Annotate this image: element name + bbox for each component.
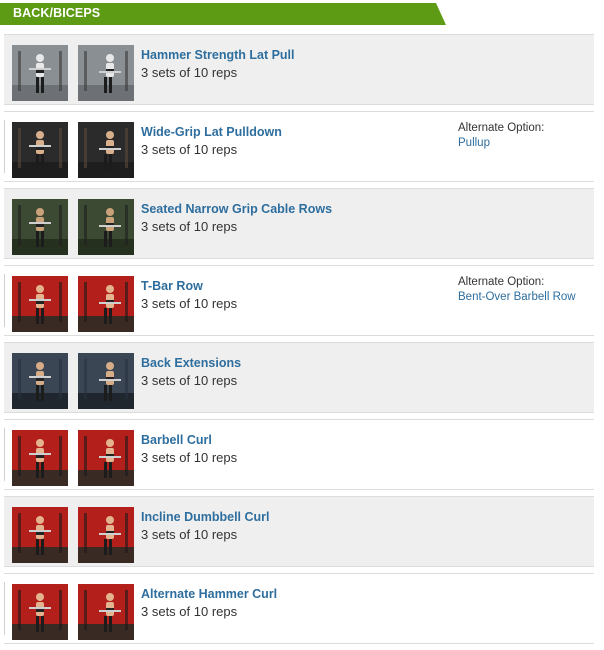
exercise-row: Alternate Hammer Curl 3 sets of 10 reps <box>4 573 594 644</box>
exercise-sets: 3 sets of 10 reps <box>141 296 238 311</box>
exercise-photo-end[interactable] <box>78 199 134 255</box>
exercise-photo-start[interactable] <box>12 353 68 409</box>
exercise-name-link[interactable]: Alternate Hammer Curl <box>141 587 277 601</box>
exercise-photo-end[interactable] <box>78 507 134 563</box>
exercise-name-link[interactable]: Wide-Grip Lat Pulldown <box>141 125 282 139</box>
exercise-row: Barbell Curl 3 sets of 10 reps <box>4 419 594 490</box>
exercise-name-link[interactable]: Back Extensions <box>141 356 241 370</box>
exercise-sets: 3 sets of 10 reps <box>141 527 238 542</box>
exercise-sets: 3 sets of 10 reps <box>141 604 238 619</box>
exercise-row: Hammer Strength Lat Pull 3 sets of 10 rep… <box>4 34 594 105</box>
exercise-photo-start[interactable] <box>12 199 68 255</box>
exercise-row: Back Extensions 3 sets of 10 reps <box>4 342 594 413</box>
exercise-sets: 3 sets of 10 reps <box>141 373 238 388</box>
exercise-photo-end[interactable] <box>78 122 134 178</box>
exercise-row: T-Bar Row 3 sets of 10 reps Alternate Opti… <box>4 265 594 336</box>
exercise-list: Hammer Strength Lat Pull 3 sets of 10 rep… <box>4 34 594 650</box>
exercise-name-link[interactable]: Hammer Strength Lat Pull <box>141 48 295 62</box>
exercise-photo-start[interactable] <box>12 122 68 178</box>
exercise-photo-start[interactable] <box>12 45 68 101</box>
exercise-sets: 3 sets of 10 reps <box>141 142 238 157</box>
exercise-photo-start[interactable] <box>12 584 68 640</box>
exercise-photo-end[interactable] <box>78 584 134 640</box>
exercise-name-link[interactable]: Incline Dumbbell Curl <box>141 510 270 524</box>
exercise-photo-end[interactable] <box>78 45 134 101</box>
alternate-option-link[interactable]: Pullup <box>458 137 490 149</box>
exercise-photo-start[interactable] <box>12 430 68 486</box>
exercise-sets: 3 sets of 10 reps <box>141 65 238 80</box>
exercise-photo-end[interactable] <box>78 430 134 486</box>
alternate-option-link[interactable]: Bent-Over Barbell Row <box>458 291 576 303</box>
exercise-name-link[interactable]: Seated Narrow Grip Cable Rows <box>141 202 332 216</box>
exercise-row: Incline Dumbbell Curl 3 sets of 10 reps <box>4 496 594 567</box>
exercise-photo-end[interactable] <box>78 276 134 332</box>
exercise-sets: 3 sets of 10 reps <box>141 450 238 465</box>
alternate-option-label: Alternate Option: <box>458 276 545 288</box>
exercise-row: Seated Narrow Grip Cable Rows 3 sets of 1… <box>4 188 594 259</box>
exercise-photo-end[interactable] <box>78 353 134 409</box>
exercise-name-link[interactable]: Barbell Curl <box>141 433 212 447</box>
alternate-option-label: Alternate Option: <box>458 122 545 134</box>
exercise-photo-start[interactable] <box>12 276 68 332</box>
exercise-name-link[interactable]: T-Bar Row <box>141 279 203 293</box>
exercise-sets: 3 sets of 10 reps <box>141 219 238 234</box>
section-title: BACK/BICEPS <box>13 6 101 20</box>
exercise-row: Wide-Grip Lat Pulldown 3 sets of 10 reps A… <box>4 111 594 182</box>
section-header: BACK/BICEPS <box>0 3 446 25</box>
exercise-photo-start[interactable] <box>12 507 68 563</box>
